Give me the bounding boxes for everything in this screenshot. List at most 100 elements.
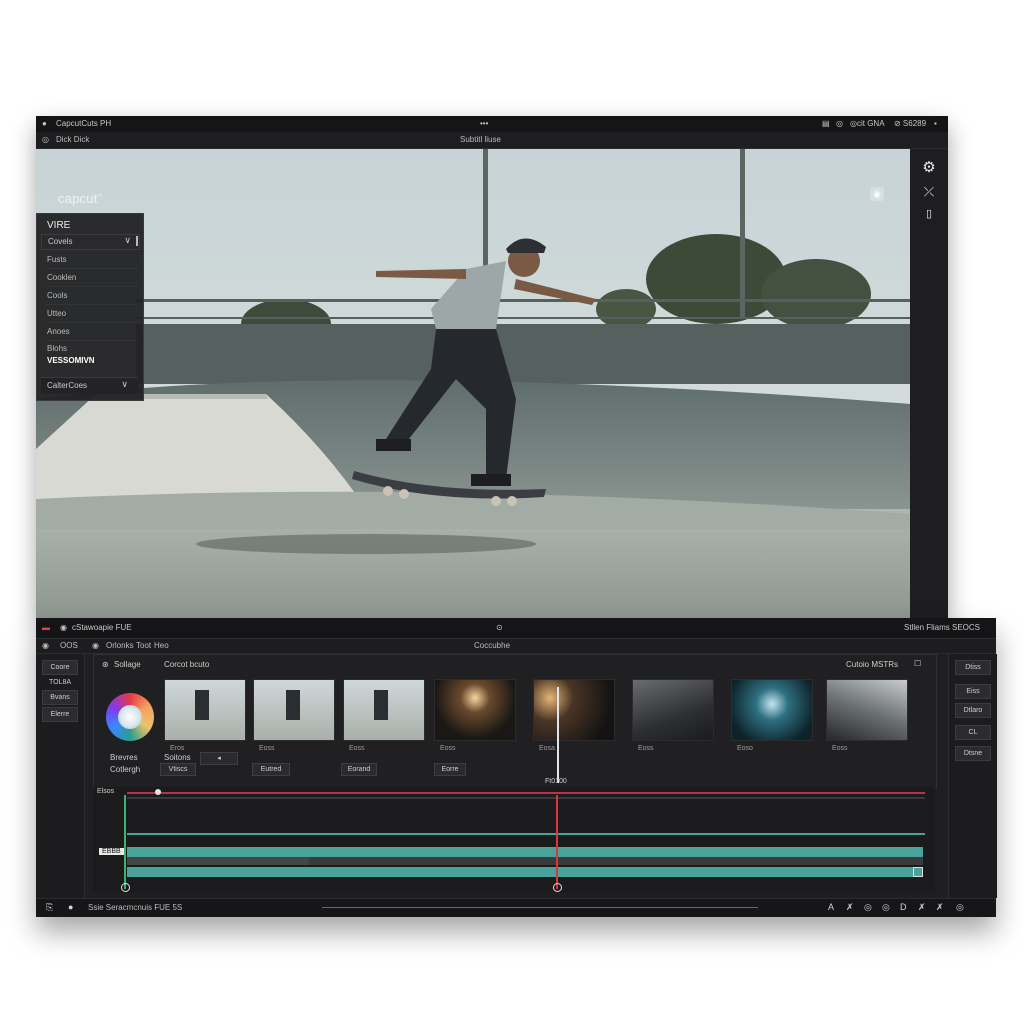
option-button[interactable]: Vtiscs bbox=[160, 763, 196, 776]
video-track-clip[interactable] bbox=[127, 867, 923, 877]
track-end-handle[interactable] bbox=[913, 867, 923, 877]
toolbar-item[interactable]: Heo bbox=[154, 641, 169, 650]
clip-thumbnail[interactable] bbox=[253, 679, 335, 741]
status-icon[interactable]: A bbox=[828, 902, 834, 912]
tool-button[interactable]: Bvans bbox=[42, 690, 78, 705]
video-track-clip[interactable] bbox=[127, 847, 923, 857]
clip-caption: Eoso bbox=[737, 745, 753, 752]
editor-title-bar: ▬ ◉ cStawoapie FUE ⊙ Stllen Fliams SEOCS bbox=[36, 618, 996, 639]
status-text: Ssie Seracmcnuis FUE 5S bbox=[88, 903, 183, 912]
media-panel: ⊛ Sollage Corcot bcuto Cutoio MSTRs ☐ Br… bbox=[93, 654, 937, 789]
clip-action-button[interactable]: Eutred bbox=[252, 763, 290, 776]
tool-button[interactable]: TOL8A bbox=[42, 675, 78, 690]
keyframe-marker[interactable] bbox=[155, 789, 161, 795]
clip-thumbnail[interactable] bbox=[164, 679, 246, 741]
title-status-2[interactable]: ⊘ S6289 bbox=[894, 119, 926, 128]
tool-button[interactable]: Eiss bbox=[955, 684, 991, 699]
tool-button[interactable]: Elerre bbox=[42, 707, 78, 722]
menu-item[interactable]: Utteo bbox=[45, 306, 137, 323]
title-status-1[interactable]: ◎cit GNA bbox=[850, 119, 885, 128]
media-right-label[interactable]: Cutoio MSTRs bbox=[846, 660, 898, 669]
timeline-ruler-label: Ft0100 bbox=[545, 778, 567, 785]
location-icon[interactable]: ◉ bbox=[60, 623, 67, 632]
video-preview[interactable]: capcut™ ◉ bbox=[36, 149, 910, 621]
tool-button[interactable]: CL bbox=[955, 725, 991, 740]
window-menu-dots[interactable]: ••• bbox=[480, 119, 488, 128]
menu-item[interactable]: Cooklen bbox=[45, 270, 137, 287]
tool-button[interactable]: Dtsne bbox=[955, 746, 991, 761]
panel-icon[interactable]: ▤ bbox=[822, 119, 830, 128]
checkbox-icon[interactable]: ☐ bbox=[914, 659, 921, 668]
status-icon[interactable]: D bbox=[900, 902, 907, 912]
clip-thumbnail[interactable] bbox=[731, 679, 813, 741]
clip-thumbnail[interactable] bbox=[632, 679, 714, 741]
menu-item[interactable]: Anoes bbox=[45, 324, 137, 341]
nav-back-button[interactable]: ◂ bbox=[200, 752, 238, 765]
title-bar: ● CapcutCuts PH ••• ▤ ◎ ◎cit GNA ⊘ S6289… bbox=[36, 116, 948, 133]
menu-item[interactable]: Blohs bbox=[45, 341, 137, 357]
window-icon[interactable]: ● bbox=[42, 119, 47, 128]
toolbar: ◎ Dick Dick Subtitl liuse bbox=[36, 132, 948, 149]
status-icon[interactable]: ✗ bbox=[846, 902, 854, 913]
color-wheel-icon[interactable] bbox=[106, 693, 154, 741]
menu-footer-dropdown[interactable]: CalterCoes ∨ bbox=[41, 377, 138, 394]
status-icon[interactable]: ◎ bbox=[882, 902, 890, 913]
media-tab[interactable]: Sollage bbox=[114, 660, 141, 669]
media-tab[interactable]: Corcot bcuto bbox=[164, 660, 209, 669]
chat-icon[interactable]: ● bbox=[68, 902, 73, 912]
record-icon[interactable]: ◉ bbox=[42, 641, 49, 650]
menu-dropdown[interactable]: Covels ∨ bbox=[41, 234, 140, 250]
toolbar-icon[interactable]: ◎ bbox=[42, 135, 49, 144]
toolbar-item[interactable]: Toot bbox=[136, 641, 151, 650]
media-tab-icon[interactable]: ⊛ bbox=[102, 660, 109, 669]
close-icon[interactable]: ▪ bbox=[934, 119, 937, 128]
toolbar-center-label: Subtitl liuse bbox=[460, 135, 501, 144]
layout-icon[interactable]: ▯ bbox=[920, 205, 938, 223]
option-label: Soitons bbox=[164, 753, 191, 762]
tool-button[interactable]: Coore bbox=[42, 660, 78, 675]
menu-item-bold[interactable]: VESSOMIVN bbox=[47, 356, 95, 365]
tool-button[interactable]: Dtiss bbox=[955, 660, 991, 675]
scroll-start-handle[interactable] bbox=[121, 883, 130, 892]
toolbar-item[interactable]: Orlonks bbox=[106, 641, 134, 650]
status-icon[interactable]: ◎ bbox=[864, 902, 872, 913]
menu-item-label: Cools bbox=[47, 291, 68, 300]
clip-action-button[interactable]: Eorre bbox=[434, 763, 466, 776]
toolbar-label[interactable]: OOS bbox=[60, 641, 78, 650]
menu-item[interactable]: Cools bbox=[45, 288, 137, 305]
clip-thumbnail[interactable] bbox=[434, 679, 516, 741]
app-logo: capcut™ bbox=[58, 191, 103, 206]
clip-caption: Eosa bbox=[539, 745, 555, 752]
media-playhead[interactable] bbox=[557, 687, 559, 783]
in-point-marker[interactable] bbox=[124, 795, 126, 889]
tool-button[interactable]: Dtlaro bbox=[955, 703, 991, 718]
clip-caption: Eros bbox=[170, 745, 185, 752]
right-tool-column: Dtiss Eiss Dtlaro CL Dtsne bbox=[948, 654, 997, 898]
cut-icon[interactable]: ⤫ bbox=[920, 183, 938, 201]
gear-icon[interactable]: ⚙ bbox=[920, 159, 938, 177]
audio-track-line[interactable] bbox=[127, 792, 925, 794]
record-icon[interactable]: ◎ bbox=[836, 119, 843, 128]
clip-thumbnail[interactable] bbox=[533, 679, 615, 741]
status-bar: ⎘ ● Ssie Seracmcnuis FUE 5S A ✗ ◎ ◎ D ✗ … bbox=[36, 898, 996, 917]
menu-item[interactable]: Fusts bbox=[45, 252, 137, 269]
menu-item-label: Utteo bbox=[47, 309, 67, 318]
timeline[interactable]: Elsos Ft0100 EBBB bbox=[93, 778, 935, 893]
status-icon[interactable]: ✗ bbox=[918, 902, 926, 913]
app-icon[interactable]: ▬ bbox=[42, 623, 50, 632]
scroll-handle[interactable] bbox=[136, 236, 138, 246]
menu-item-label: Fusts bbox=[47, 255, 67, 264]
center-icon[interactable]: ⊙ bbox=[496, 623, 503, 632]
toolbar-icon[interactable]: ◉ bbox=[92, 641, 99, 650]
toolbar-left-label[interactable]: Dick Dick bbox=[56, 135, 89, 144]
clip-action-button[interactable]: Eorand bbox=[341, 763, 377, 776]
preview-camera-icon[interactable]: ◉ bbox=[870, 187, 884, 201]
status-icon[interactable]: ◎ bbox=[956, 902, 964, 913]
scroll-center-handle[interactable] bbox=[553, 883, 562, 892]
status-icon[interactable]: ✗ bbox=[936, 902, 944, 913]
folder-icon[interactable]: ⎘ bbox=[46, 902, 53, 913]
menu-item-label: Blohs bbox=[47, 344, 68, 353]
clip-thumbnail[interactable] bbox=[343, 679, 425, 741]
playhead[interactable] bbox=[556, 795, 558, 889]
clip-thumbnail[interactable] bbox=[826, 679, 908, 741]
